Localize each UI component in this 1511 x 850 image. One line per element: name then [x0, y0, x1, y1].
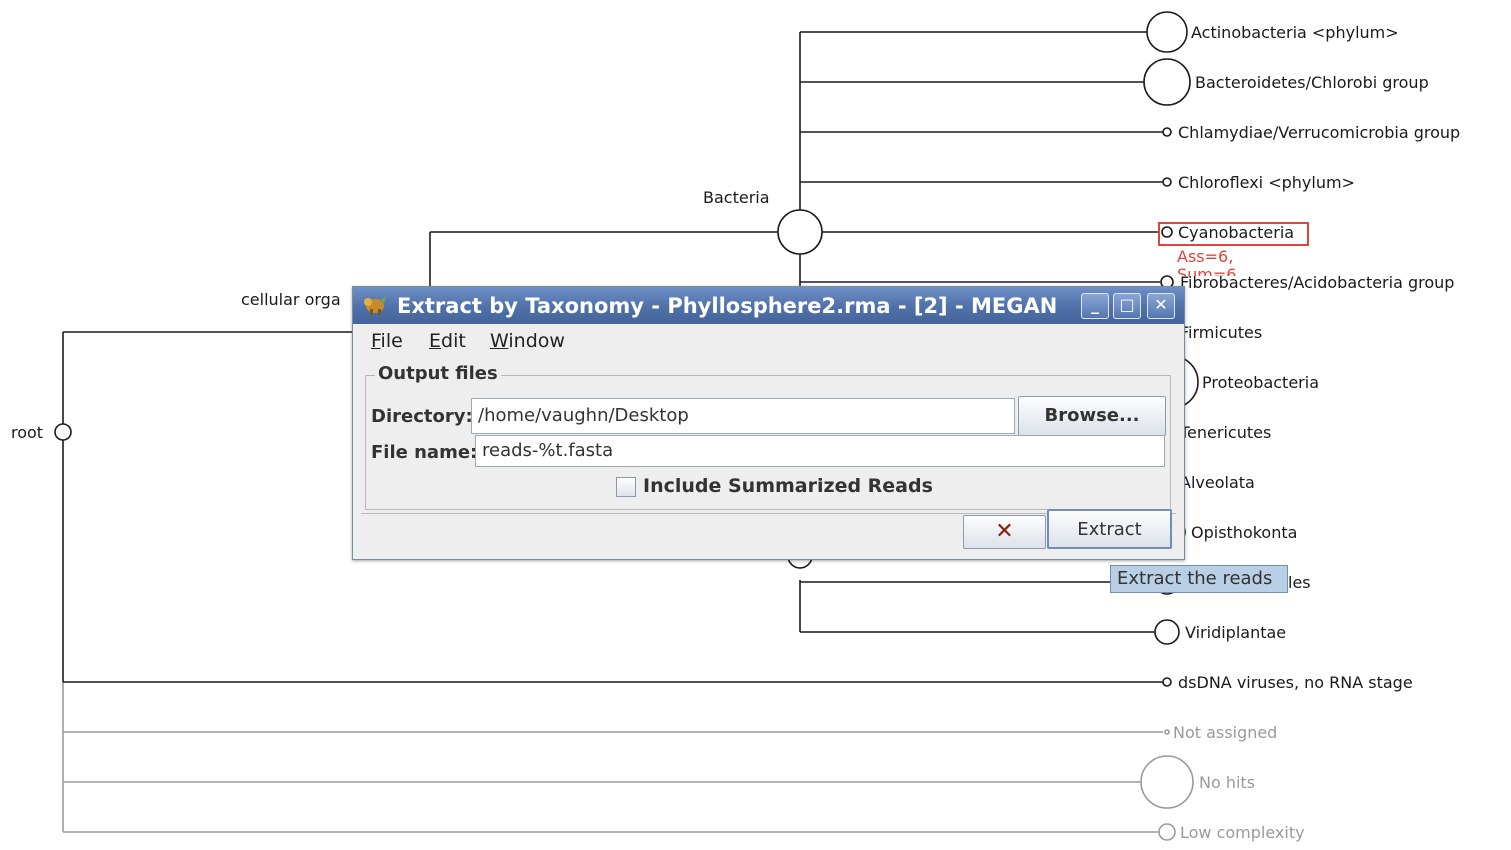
extract-button[interactable]: Extract [1047, 509, 1172, 549]
leaf-label-viridiplantae[interactable]: Viridiplantae [1185, 623, 1286, 643]
leaf-label-opisthokonta[interactable]: Opisthokonta [1191, 523, 1297, 543]
include-summarized-reads-checkbox[interactable] [616, 477, 636, 497]
node-chlamydiae[interactable] [1162, 127, 1172, 137]
menu-edit-mnemonic: E [429, 330, 442, 352]
menu-file-label: ile [380, 330, 403, 352]
node-bacteroidetes[interactable] [1143, 58, 1191, 106]
leaf-label-dsdna-viruses[interactable]: dsDNA viruses, no RNA stage [1178, 673, 1413, 693]
directory-label: Directory: [371, 406, 473, 427]
node-notassigned[interactable] [1164, 729, 1170, 735]
leaf-label-tenericutes[interactable]: Tenericutes [1180, 423, 1271, 443]
leaf-label-alveolata[interactable]: Alveolata [1180, 473, 1255, 493]
leaf-label-firmicutes[interactable]: Firmicutes [1180, 323, 1262, 343]
include-summarized-reads-label[interactable]: Include Summarized Reads [643, 475, 933, 497]
node-dsdna[interactable] [1162, 677, 1172, 687]
node-bacteria[interactable] [777, 209, 823, 255]
leaf-label-proteobacteria[interactable]: Proteobacteria [1202, 373, 1319, 393]
close-window-button[interactable]: ✕ [1147, 293, 1175, 319]
node-nohits[interactable] [1140, 755, 1194, 809]
node-chloroflexi[interactable] [1162, 177, 1172, 187]
node-viridiplantae[interactable] [1154, 619, 1180, 645]
file-name-input[interactable]: reads-%t.fasta [475, 435, 1165, 467]
leaf-label-chlamydiae[interactable]: Chlamydiae/Verrucomicrobia group [1178, 123, 1460, 143]
extract-tooltip: Extract the reads [1110, 565, 1288, 593]
extract-by-taxonomy-dialog: Extract by Taxonomy - Phyllosphere2.rma … [352, 286, 1185, 560]
node-lowcomplexity[interactable] [1158, 823, 1176, 841]
dialog-titlebar[interactable]: Extract by Taxonomy - Phyllosphere2.rma … [353, 287, 1184, 324]
node-label-bacteria[interactable]: Bacteria [703, 188, 770, 208]
leaf-label-les[interactable]: les [1288, 573, 1311, 593]
file-name-label: File name: [371, 442, 478, 463]
leaf-label-bacteroidetes[interactable]: Bacteroidetes/Chlorobi group [1195, 73, 1429, 93]
cancel-icon: ✕ [995, 519, 1014, 544]
menu-bar: File Edit Window [353, 325, 1184, 357]
leaf-label-chloroflexi[interactable]: Chloroflexi <phylum> [1178, 173, 1355, 193]
menu-file-mnemonic: F [371, 330, 381, 352]
leaf-label-actinobacteria[interactable]: Actinobacteria <phylum> [1191, 23, 1399, 43]
leaf-label-fibrobacteres[interactable]: Fibrobacteres/Acidobacteria group [1180, 273, 1454, 293]
menu-file[interactable]: File [371, 330, 403, 352]
menu-window-mnemonic: W [490, 330, 509, 352]
browse-button[interactable]: Browse... [1018, 396, 1166, 436]
dialog-title: Extract by Taxonomy - Phyllosphere2.rma … [397, 294, 1058, 318]
maximize-button[interactable]: □ [1113, 293, 1141, 319]
menu-edit-label: dit [441, 330, 466, 352]
node-label-root[interactable]: root [11, 423, 43, 443]
menu-window[interactable]: Window [490, 330, 565, 352]
node-root[interactable] [54, 423, 72, 441]
menu-window-label: indow [508, 330, 565, 352]
selected-annotation-assigned: Ass=6, [1177, 247, 1234, 266]
leaf-label-low-complexity[interactable]: Low complexity [1180, 823, 1305, 843]
directory-input[interactable]: /home/vaughn/Desktop [471, 398, 1015, 434]
cancel-button[interactable]: ✕ [963, 515, 1046, 549]
output-files-title: Output files [375, 363, 501, 385]
node-actinobacteria[interactable] [1146, 11, 1188, 53]
selection-box [1158, 222, 1309, 246]
leaf-label-no-hits[interactable]: No hits [1199, 773, 1255, 793]
minimize-button[interactable]: _ [1081, 293, 1109, 319]
node-label-cellular-organisms[interactable]: cellular orga [241, 290, 341, 310]
leaf-label-not-assigned[interactable]: Not assigned [1173, 723, 1277, 743]
menu-edit[interactable]: Edit [429, 330, 466, 352]
megan-app-icon [364, 296, 386, 315]
